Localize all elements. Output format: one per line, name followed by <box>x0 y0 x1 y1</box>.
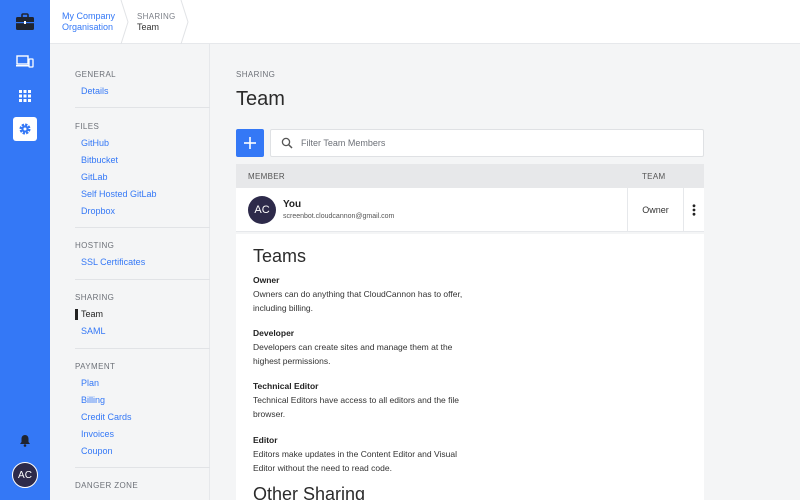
nav-item-github[interactable]: GitHub <box>75 135 210 152</box>
teams-info-card: Teams Owner Owners can do anything that … <box>236 234 704 500</box>
more-vertical-icon <box>692 204 696 216</box>
breadcrumb-separator-icon <box>180 0 189 44</box>
bell-icon[interactable] <box>13 428 37 452</box>
member-name: You <box>283 199 302 210</box>
search-icon <box>281 137 293 149</box>
user-avatar[interactable]: AC <box>12 462 38 488</box>
breadcrumb: My Company Organisation SHARING Team <box>50 0 800 44</box>
nav-item-team[interactable]: Team <box>75 306 210 323</box>
nav-section-title: FILES <box>75 122 100 131</box>
nav-divider <box>75 467 210 468</box>
filter-team-members-input[interactable] <box>301 130 697 156</box>
nav-item-gitlab[interactable]: GitLab <box>75 169 210 186</box>
role-description-line: Developers can create sites and manage t… <box>253 342 453 352</box>
devices-icon[interactable] <box>13 50 37 74</box>
nav-item-invoices[interactable]: Invoices <box>75 426 210 443</box>
nav-section-general: GENERAL Details <box>75 66 210 100</box>
app-rail: AC <box>0 0 50 500</box>
members-table: MEMBER TEAM AC You screenbot.cloudcannon… <box>236 164 704 232</box>
nav-item-billing[interactable]: Billing <box>75 392 210 409</box>
role-technical-editor: Technical Editor Technical Editors have … <box>253 380 483 421</box>
role-name: Developer <box>253 328 295 338</box>
role-description-line: including billing. <box>253 303 314 313</box>
role-owner: Owner Owners can do anything that CloudC… <box>253 274 483 315</box>
section-label: SHARING <box>236 70 276 79</box>
nav-divider <box>75 227 210 228</box>
role-description-line: Editors make updates in the Content Edit… <box>253 449 457 459</box>
nav-item-self-hosted-gitlab[interactable]: Self Hosted GitLab <box>75 186 210 203</box>
nav-divider <box>75 107 210 108</box>
page-title: Team <box>236 88 285 110</box>
column-header-team: TEAM <box>642 172 666 181</box>
nav-section-title: GENERAL <box>75 70 117 79</box>
nav-item-saml[interactable]: SAML <box>75 323 210 340</box>
nav-section-title: HOSTING <box>75 241 115 250</box>
breadcrumb-separator-icon <box>120 0 129 44</box>
nav-divider <box>75 348 210 349</box>
role-description-line: Technical Editors have access to all edi… <box>253 395 460 405</box>
nav-section-title: PAYMENT <box>75 362 116 371</box>
plus-icon <box>244 137 256 149</box>
breadcrumb-org-line1: My Company <box>62 11 116 21</box>
row-actions-button[interactable] <box>684 188 704 232</box>
nav-section-hosting: HOSTING SSL Certificates <box>75 237 210 271</box>
nav-item-details[interactable]: Details <box>75 83 210 100</box>
role-description-line: Editor without the need to read code. <box>253 463 392 473</box>
gear-icon[interactable] <box>13 117 37 141</box>
add-member-button[interactable] <box>236 129 264 157</box>
settings-nav: GENERAL Details FILES GitHub Bitbucket G… <box>50 44 210 500</box>
role-description-line: browser. <box>253 409 286 419</box>
nav-section-title: SHARING <box>75 293 115 302</box>
nav-item-ssl-certificates[interactable]: SSL Certificates <box>75 254 210 271</box>
nav-item-bitbucket[interactable]: Bitbucket <box>75 152 210 169</box>
nav-section-title: DANGER ZONE <box>75 481 139 490</box>
role-name: Editor <box>253 435 278 445</box>
other-sharing-heading: Other Sharing <box>253 484 366 500</box>
nav-item-plan[interactable]: Plan <box>75 375 210 392</box>
role-description-line: highest permissions. <box>253 356 331 366</box>
member-email: screenbot.cloudcannon@gmail.com <box>283 213 395 220</box>
role-description-line: Owners can do anything that CloudCannon … <box>253 289 463 299</box>
filter-search-box <box>270 129 704 157</box>
column-header-member: MEMBER <box>248 172 285 181</box>
table-row: AC You screenbot.cloudcannon@gmail.com O… <box>236 188 704 232</box>
nav-item-dropbox[interactable]: Dropbox <box>75 203 210 220</box>
apps-grid-icon[interactable] <box>13 84 37 108</box>
member-avatar: AC <box>248 196 276 224</box>
role-name: Technical Editor <box>253 381 319 391</box>
role-developer: Developer Developers can create sites an… <box>253 327 483 368</box>
nav-divider <box>75 279 210 280</box>
nav-section-files: FILES GitHub Bitbucket GitLab Self Hoste… <box>75 118 210 220</box>
member-role[interactable]: Owner <box>628 188 683 232</box>
nav-section-sharing: SHARING Team SAML <box>75 289 210 340</box>
role-editor: Editor Editors make updates in the Conte… <box>253 434 483 475</box>
role-name: Owner <box>253 275 280 285</box>
nav-item-credit-cards[interactable]: Credit Cards <box>75 409 210 426</box>
nav-section-payment: PAYMENT Plan Billing Credit Cards Invoic… <box>75 358 210 460</box>
breadcrumb-org-line2: Organisation <box>62 22 114 32</box>
breadcrumb-organisation-link[interactable]: My Company Organisation <box>62 0 124 44</box>
table-header: MEMBER TEAM <box>236 164 704 188</box>
nav-section-danger-zone: DANGER ZONE <box>75 477 210 494</box>
briefcase-icon[interactable] <box>13 10 37 34</box>
teams-heading: Teams <box>253 246 307 266</box>
nav-item-coupon[interactable]: Coupon <box>75 443 210 460</box>
main-content: SHARING Team MEMBER TEAM AC You screenbo… <box>211 44 800 500</box>
